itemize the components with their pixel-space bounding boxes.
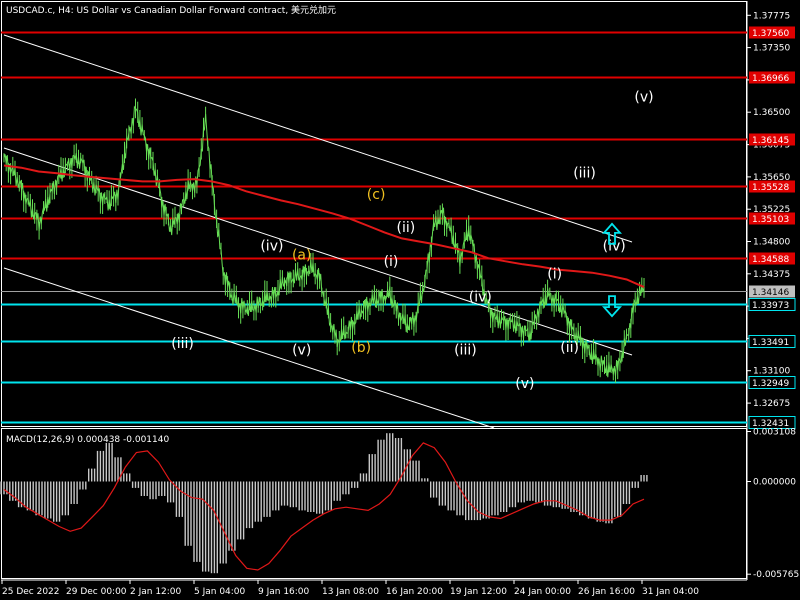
level-tag-text: 1.35528 xyxy=(752,183,789,193)
price-tick-label: 1.37350 xyxy=(753,44,790,54)
macd-title: MACD(12,26,9) 0.000438 -0.001140 xyxy=(6,435,169,445)
level-tag-text: 1.36145 xyxy=(752,136,789,146)
wave-label: (v) xyxy=(634,90,653,106)
price-tick-label: 1.34800 xyxy=(753,238,790,248)
wave-label: (v) xyxy=(292,343,311,359)
wave-label: (v) xyxy=(515,376,534,392)
down-arrow-icon xyxy=(601,295,623,318)
price-tick-label: 1.33100 xyxy=(753,367,790,377)
macd-axis-ticks: 0.003108 0.000000 -0.005765 xyxy=(747,428,799,580)
chart-canvas: (iii) (iv) (a) (v) (b) (c) (ii) (i) (iv) (iii) (v)… xyxy=(0,1,799,597)
channel-middle-line xyxy=(3,147,633,356)
main-plot-frame xyxy=(1,1,747,427)
time-tick-label: 9 Jan 16:00 xyxy=(258,587,310,597)
macd-tick-label: -0.005765 xyxy=(753,570,799,580)
price-tick-label: 1.34375 xyxy=(753,270,790,280)
time-tick-label: 5 Jan 04:00 xyxy=(194,587,246,597)
price-tick-label: 1.32675 xyxy=(753,399,790,409)
trend-channel xyxy=(3,34,633,429)
time-tick-label: 31 Jan 04:00 xyxy=(642,587,699,597)
wave-label: (iv) xyxy=(260,238,283,254)
time-tick-label: 29 Dec 00:00 xyxy=(66,587,127,597)
level-tag-text: 1.37560 xyxy=(752,29,789,39)
wave-label: (a) xyxy=(292,247,312,263)
level-tag-text: 1.35103 xyxy=(752,215,789,225)
level-tag-text: 1.36966 xyxy=(752,74,789,84)
price-line xyxy=(3,105,645,378)
wave-label: (iv) xyxy=(469,290,492,306)
wave-label: (ii) xyxy=(560,340,579,356)
macd-panel xyxy=(0,433,648,574)
chart-title: USDCAD.c, H4: US Dollar vs Canadian Doll… xyxy=(6,4,336,16)
wave-label: (ii) xyxy=(397,220,416,236)
level-tag-text: 1.34588 xyxy=(752,255,789,265)
wave-label: (iii) xyxy=(573,166,596,182)
time-tick-label: 2 Jan 12:00 xyxy=(130,587,182,597)
price-tick-label: 1.37775 xyxy=(753,11,790,21)
wave-label: (i) xyxy=(384,254,399,270)
time-tick-label: 25 Dec 2022 xyxy=(2,587,60,597)
price-series xyxy=(3,98,645,383)
wave-label: (iii) xyxy=(454,343,477,359)
wave-label: (iii) xyxy=(171,336,194,352)
macd-tick-label: 0.000000 xyxy=(753,478,796,488)
macd-tick-label: 0.003108 xyxy=(753,428,796,438)
level-tag-text: 1.33491 xyxy=(752,338,789,348)
time-axis-ticks: 25 Dec 2022 29 Dec 00:00 2 Jan 12:00 5 Jan … xyxy=(1,580,699,597)
time-tick-label: 16 Jan 20:00 xyxy=(386,587,443,597)
wave-label: (b) xyxy=(351,340,371,356)
time-tick-label: 13 Jan 08:00 xyxy=(322,587,379,597)
level-tag-text: 1.33973 xyxy=(752,301,789,311)
wave-label: (i) xyxy=(547,266,562,282)
wave-label: (c) xyxy=(367,187,386,203)
time-tick-label: 24 Jan 00:00 xyxy=(514,587,571,597)
price-tick-label: 1.36500 xyxy=(753,108,790,118)
level-tag-text: 1.34146 xyxy=(752,288,789,298)
time-tick-label: 26 Jan 16:00 xyxy=(578,587,635,597)
level-tag-text: 1.32949 xyxy=(752,379,789,389)
price-axis-ticks: 1.377751.373501.369251.365001.360751.356… xyxy=(747,11,790,409)
time-tick-label: 19 Jan 12:00 xyxy=(450,587,507,597)
